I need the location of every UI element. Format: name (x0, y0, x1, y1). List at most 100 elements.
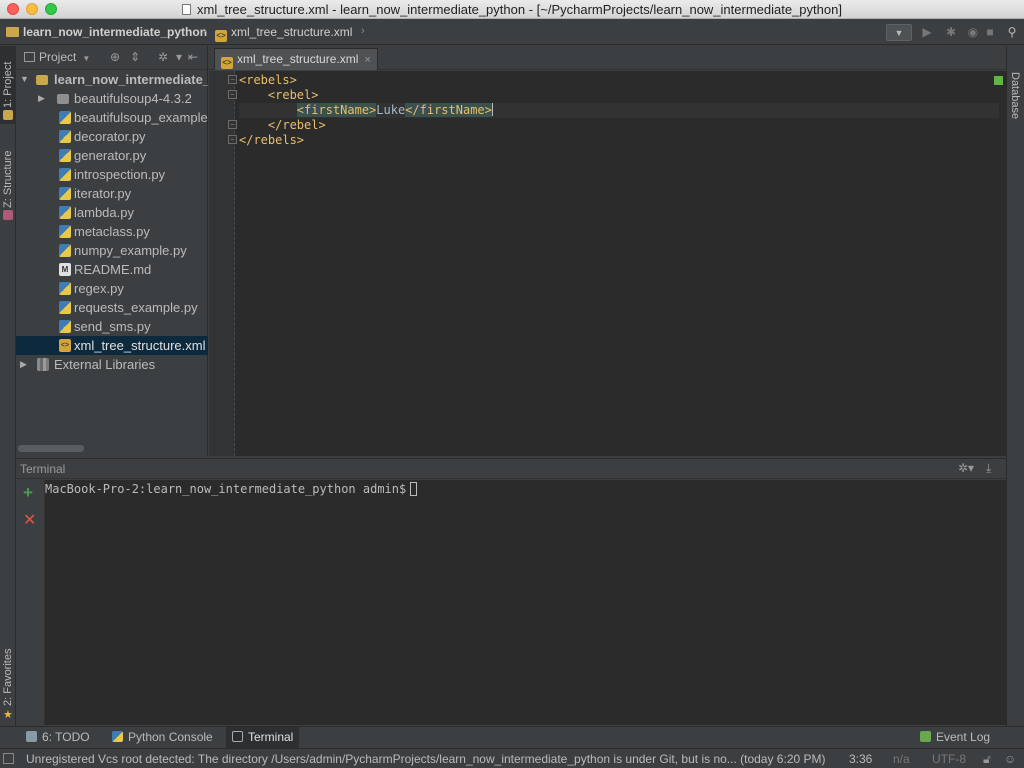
inspector-icon[interactable]: ☺ (1004, 752, 1016, 766)
project-horizontal-scrollbar[interactable] (18, 445, 84, 452)
status-bar: Unregistered Vcs root detected: The dire… (0, 748, 1024, 768)
xml-tag: <rebels> (239, 73, 297, 87)
python-file-icon (59, 149, 71, 162)
code-line-current: <firstName>Luke</firstName> (239, 103, 999, 118)
inspection-status-icon[interactable] (994, 76, 1003, 85)
breadcrumb-project[interactable]: learn_now_intermediate_python (6, 25, 207, 39)
tree-item-file[interactable]: requests_example.py (16, 298, 208, 317)
markdown-file-icon: M (59, 263, 71, 276)
python-file-icon (59, 225, 71, 238)
terminal-icon (232, 731, 243, 742)
tool-tab-project[interactable]: 1: Project (0, 46, 16, 124)
line-separator[interactable]: n/a (893, 752, 910, 766)
tree-item-file[interactable]: M README.md (16, 260, 208, 279)
file-encoding[interactable]: UTF-8 (932, 752, 966, 766)
xml-tag-matched: <firstName> (296, 103, 377, 117)
run-with-coverage-icon[interactable]: ◉ (964, 24, 982, 41)
toggle-tool-windows-icon[interactable] (3, 753, 14, 764)
project-view-select[interactable]: Project ▼ (24, 50, 90, 64)
navigation-bar: learn_now_intermediate_python › <> xml_tr… (0, 20, 1024, 45)
close-session-icon[interactable]: ✕ (23, 510, 36, 530)
structure-icon (3, 210, 13, 220)
tree-item-file[interactable]: metaclass.py (16, 222, 208, 241)
todo-icon (26, 731, 37, 742)
tool-tab-python-console[interactable]: Python Console (106, 727, 219, 748)
search-everywhere-icon[interactable]: ⚲ (1003, 24, 1021, 41)
chevron-down-icon: ▼ (82, 54, 91, 63)
tree-item-file[interactable]: regex.py (16, 279, 208, 298)
settings-gear-icon[interactable]: ✲ (158, 50, 168, 64)
tree-item-file[interactable]: generator.py (16, 146, 208, 165)
left-tool-stripe: 1: Project Z: Structure 2: Favorites ★ (0, 46, 16, 726)
terminal-header: Terminal ✲▾ ⤓ (16, 458, 1006, 479)
editor-tab-bar: <> xml_tree_structure.xml × (209, 46, 1006, 70)
fold-marker-icon[interactable]: − (228, 75, 237, 84)
editor-tab-xml[interactable]: <> xml_tree_structure.xml × (214, 48, 378, 70)
tree-item-label: xml_tree_structure.xml (74, 338, 206, 353)
xml-tag: </rebels> (239, 133, 305, 147)
expand-right-icon[interactable]: ▶ (38, 89, 45, 108)
breadcrumb-file-label: xml_tree_structure.xml (231, 25, 353, 39)
lock-icon[interactable]: 🔓︎ (983, 752, 991, 767)
python-file-icon (59, 282, 71, 295)
tree-item-file-selected[interactable]: <> xml_tree_structure.xml (16, 336, 208, 355)
xml-tag: </rebel> (267, 118, 326, 132)
gear-icon[interactable]: ✲▾ (958, 461, 974, 475)
tree-item-root[interactable]: ▼ learn_now_intermediate_ (16, 70, 208, 89)
expand-right-icon[interactable]: ▶ (20, 355, 27, 374)
collapse-all-icon[interactable]: ⇕ (130, 50, 140, 64)
hide-panel-icon[interactable]: ⤓ (986, 461, 991, 476)
tree-item-file[interactable]: numpy_example.py (16, 241, 208, 260)
code-line: </rebel> (239, 118, 999, 133)
editor-tab-label: xml_tree_structure.xml (237, 52, 359, 66)
python-file-icon (59, 168, 71, 181)
tool-tab-structure[interactable]: Z: Structure (0, 142, 16, 222)
close-icon[interactable]: × (364, 54, 370, 66)
xml-text: Luke (376, 103, 406, 117)
window-title: xml_tree_structure.xml - learn_now_inter… (0, 2, 1024, 17)
xml-tag: <rebel> (267, 88, 319, 102)
settings-dropdown-icon[interactable]: ▾ (176, 50, 182, 64)
breadcrumb-file[interactable]: <> xml_tree_structure.xml (215, 25, 352, 42)
project-view-icon (24, 52, 35, 62)
tree-item-file[interactable]: send_sms.py (16, 317, 208, 336)
expand-down-icon[interactable]: ▼ (20, 70, 29, 89)
tree-item-file[interactable]: decorator.py (16, 127, 208, 146)
new-session-plus-icon[interactable]: + (23, 483, 33, 503)
tree-item-folder[interactable]: ▶ beautifulsoup4-4.3.2 (16, 89, 208, 108)
fold-marker-icon[interactable]: − (228, 120, 237, 129)
terminal-output[interactable]: MacBook-Pro-2:learn_now_intermediate_pyt… (45, 480, 1006, 725)
debug-icon[interactable]: ✱ (942, 24, 960, 41)
tool-tab-database[interactable]: Database (1007, 60, 1023, 130)
tool-tab-favorites[interactable]: 2: Favorites ★ (0, 630, 16, 726)
status-message[interactable]: Unregistered Vcs root detected: The dire… (26, 752, 838, 766)
stop-icon[interactable]: ■ (983, 24, 997, 41)
breadcrumb-separator-icon: › (203, 25, 207, 37)
code-editor[interactable]: − − − − <rebels> <rebel> <firstName>Luke… (209, 71, 1006, 456)
project-view-label: Project (39, 50, 77, 64)
tool-tab-todo[interactable]: 6: TODO (20, 727, 96, 748)
tree-item-label: generator.py (74, 148, 147, 163)
tree-item-file[interactable]: beautifulsoup_example (16, 108, 208, 127)
tree-item-file[interactable]: lambda.py (16, 203, 208, 222)
run-icon[interactable]: ▶ (918, 24, 936, 41)
xml-file-icon: <> (59, 339, 71, 352)
tree-item-file[interactable]: introspection.py (16, 165, 208, 184)
tree-item-external-libraries[interactable]: ▶ External Libraries (16, 355, 208, 374)
python-file-icon (59, 187, 71, 200)
hide-panel-icon[interactable]: ⇤ (188, 50, 198, 64)
fold-marker-icon[interactable]: − (228, 90, 237, 99)
python-file-icon (59, 111, 71, 124)
python-file-icon (59, 301, 71, 314)
tool-tab-project-label: 1: Project (2, 61, 14, 108)
run-configuration-dropdown[interactable]: ▼ (886, 24, 912, 41)
caret-position[interactable]: 3:36 (849, 752, 872, 766)
tree-item-label: beautifulsoup_example (74, 110, 208, 125)
fold-marker-icon[interactable]: − (228, 135, 237, 144)
tool-tab-terminal-label: Terminal (248, 730, 294, 744)
tree-item-label: send_sms.py (74, 319, 151, 334)
scroll-from-source-icon[interactable]: ⊕ (110, 50, 120, 64)
tool-tab-terminal[interactable]: Terminal (226, 727, 300, 748)
tree-item-file[interactable]: iterator.py (16, 184, 208, 203)
tool-tab-event-log[interactable]: Event Log (914, 727, 996, 748)
